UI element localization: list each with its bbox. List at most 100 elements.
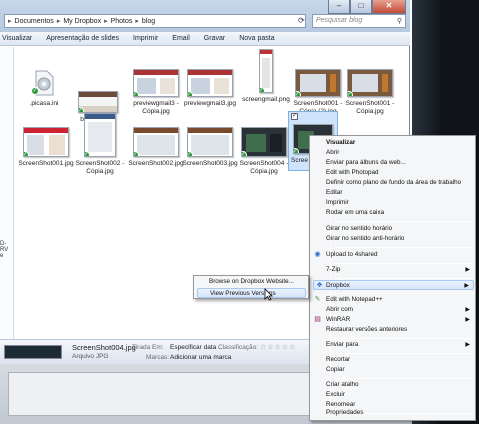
image-thumbnail: ✓ <box>133 69 179 97</box>
toolbar-imprimir[interactable]: Imprimir <box>133 35 158 42</box>
image-thumbnail: ✓ <box>187 69 233 97</box>
winrar-icon: ▤ <box>314 316 321 323</box>
minimize-button[interactable]: – <box>328 0 350 14</box>
search-input[interactable]: Pesquisar blog ⚲ <box>312 14 406 28</box>
submenu-browse-dropbox[interactable]: Browse on Dropbox Website... <box>197 277 306 287</box>
title-bar: – □ ✕ ▸ Documentos ▸ My Dropbox ▸ Photos… <box>0 0 410 32</box>
image-thumbnail: ✓ <box>241 127 287 157</box>
breadcrumb-documentos[interactable]: Documentos <box>15 18 54 25</box>
menu-item-dropbox[interactable]: ❖ Dropbox ▶ <box>313 280 474 290</box>
details-taken-value[interactable]: Especificar data <box>170 344 216 351</box>
notepadpp-icon: ✎ <box>314 296 321 303</box>
menu-item-photopad[interactable]: Edit with Photopad <box>326 168 474 178</box>
maximize-button[interactable]: □ <box>350 0 372 14</box>
file-item[interactable]: ✓ ScreenShot001.jpg <box>18 127 74 168</box>
toolbar-apresentacao[interactable]: Apresentação de slides <box>46 35 119 42</box>
sync-check-icon: ✓ <box>296 91 301 96</box>
menu-item-imprimir[interactable]: Imprimir <box>326 198 474 208</box>
details-filename: ScreenShot004.jpg <box>72 343 136 352</box>
address-bar[interactable]: ▸ Documentos ▸ My Dropbox ▸ Photos ▸ blo… <box>4 14 306 28</box>
menu-item-girar-anti-horario[interactable]: Girar no sentido anti-horário <box>326 234 474 244</box>
file-item[interactable]: ✓ screengmail.png <box>238 49 294 104</box>
file-item[interactable]: ✓ ScreenShot002 - Cópia.jpg <box>72 113 128 176</box>
file-name: ScreenShot002 - Cópia.jpg <box>75 160 125 175</box>
file-name: previewgmail3 - Cópia.jpg <box>133 100 179 115</box>
menu-item-propriedades[interactable]: Propriedades <box>326 408 474 418</box>
sync-check-icon: ✓ <box>134 151 139 156</box>
menu-item-copiar[interactable]: Copiar <box>326 365 474 375</box>
navigation-pane[interactable]: D-RV e <box>0 47 14 339</box>
rating-stars[interactable]: ☆☆☆☆☆ <box>260 343 296 351</box>
menu-item-abrir-com[interactable]: Abrir com ▶ <box>326 305 474 315</box>
submenu-arrow-icon: ▶ <box>465 342 470 348</box>
file-name: ScreenShot003.jpg <box>182 160 238 167</box>
image-thumbnail: ✓ <box>295 69 341 97</box>
menu-item-upload-4shared[interactable]: ◉ Upload to 4shared <box>314 250 474 260</box>
menu-item-visualizar[interactable]: Visualizar <box>326 138 474 148</box>
details-taken-label: Tirada Em: <box>132 344 164 351</box>
submenu-arrow-icon: ▶ <box>464 283 469 289</box>
file-item[interactable]: ✓ ScreenShot003.jpg <box>182 127 238 168</box>
toolbar-nova-pasta[interactable]: Nova pasta <box>239 35 274 42</box>
sync-check-icon: ✓ <box>85 151 90 156</box>
file-item[interactable]: ✓ ScreenShot001 - Cópia (2).jpg <box>290 69 346 116</box>
file-item[interactable]: ✓ .picasa.ini <box>16 69 72 108</box>
refresh-icon[interactable]: ⟳ <box>298 16 308 26</box>
toolbar-email[interactable]: Email <box>172 35 190 42</box>
4shared-icon: ◉ <box>314 251 321 258</box>
submenu-arrow-icon: ▶ <box>465 267 470 273</box>
menu-item-restaurar-versoes[interactable]: Restaurar versões anteriores <box>326 325 474 335</box>
file-item[interactable]: ✓ previewgmail3.jpg <box>182 69 238 108</box>
image-thumbnail: ✓ <box>133 127 179 157</box>
toolbar-visualizar[interactable]: Visualizar <box>2 35 32 42</box>
search-icon: ⚲ <box>396 18 402 25</box>
sync-check-icon: ✓ <box>294 148 299 153</box>
sync-check-icon: ✓ <box>24 151 29 156</box>
image-thumbnail: ✓ <box>84 113 116 157</box>
submenu-arrow-icon: ▶ <box>465 317 470 323</box>
menu-item-criar-atalho[interactable]: Criar atalho <box>326 380 474 390</box>
submenu-view-previous-versions[interactable]: View Previous Versions <box>197 288 306 298</box>
dropbox-icon: ❖ <box>316 282 323 289</box>
image-thumbnail: ✓ <box>347 69 393 97</box>
nav-item[interactable]: D-RV <box>0 241 13 253</box>
context-menu: Visualizar Abrir Enviar para álbuns da w… <box>309 135 476 421</box>
nav-item[interactable]: e <box>0 253 3 259</box>
breadcrumb-blog[interactable]: blog <box>142 18 155 25</box>
sync-check-icon: ✓ <box>134 91 139 96</box>
sync-check-icon: ✓ <box>188 151 193 156</box>
menu-item-7zip[interactable]: 7-Zip ▶ <box>326 265 474 275</box>
menu-item-excluir[interactable]: Excluir <box>326 390 474 400</box>
chevron-right-icon: ▸ <box>135 18 139 25</box>
menu-item-rodar-caixa[interactable]: Rodar em uma caixa <box>326 208 474 218</box>
menu-item-plano-de-fundo[interactable]: Definir como plano de fundo da área de t… <box>326 178 474 188</box>
menu-item-notepadpp[interactable]: ✎ Edit with Notepad++ <box>315 295 474 305</box>
chevron-right-icon: ▸ <box>104 18 108 25</box>
menu-item-girar-horario[interactable]: Girar no sentido horário <box>326 224 474 234</box>
file-name: ScreenShot002.jpg <box>128 160 184 167</box>
menu-item-winrar[interactable]: ▤ WinRAR ▶ <box>314 315 474 325</box>
details-rating-label: Classificação: <box>218 344 259 351</box>
menu-item-enviar-albuns[interactable]: Enviar para álbuns da web... <box>326 158 474 168</box>
close-button[interactable]: ✕ <box>372 0 406 14</box>
sync-check-icon: ✓ <box>31 87 39 95</box>
chevron-right-icon: ▸ <box>8 18 12 25</box>
file-item[interactable]: ✓ ScreenShot002.jpg <box>128 127 184 168</box>
file-item[interactable]: ✓ ScreenShot001 - Cópia.jpg <box>342 69 398 116</box>
sync-check-icon: ✓ <box>242 151 247 156</box>
toolbar-gravar[interactable]: Gravar <box>204 35 225 42</box>
menu-item-abrir[interactable]: Abrir <box>326 148 474 158</box>
details-tags-value[interactable]: Adicionar uma marca <box>170 354 231 361</box>
file-item[interactable]: ✓ previewgmail3 - Cópia.jpg <box>128 69 184 116</box>
breadcrumb-my-dropbox[interactable]: My Dropbox <box>63 18 101 25</box>
breadcrumb-photos[interactable]: Photos <box>111 18 133 25</box>
image-thumbnail: ✓ <box>23 127 69 157</box>
menu-item-recortar[interactable]: Recortar <box>326 355 474 365</box>
file-item[interactable]: ✓ ScreenShot004 - Cópia.jpg <box>236 127 292 176</box>
sync-check-icon: ✓ <box>188 91 193 96</box>
selection-checkbox[interactable]: ✓ <box>291 113 298 120</box>
details-filetype: Arquivo JPG <box>72 353 109 360</box>
menu-item-enviar-para[interactable]: Enviar para ▶ <box>326 340 474 350</box>
details-tags-label: Marcas: <box>146 354 170 361</box>
menu-item-editar[interactable]: Editar <box>326 188 474 198</box>
